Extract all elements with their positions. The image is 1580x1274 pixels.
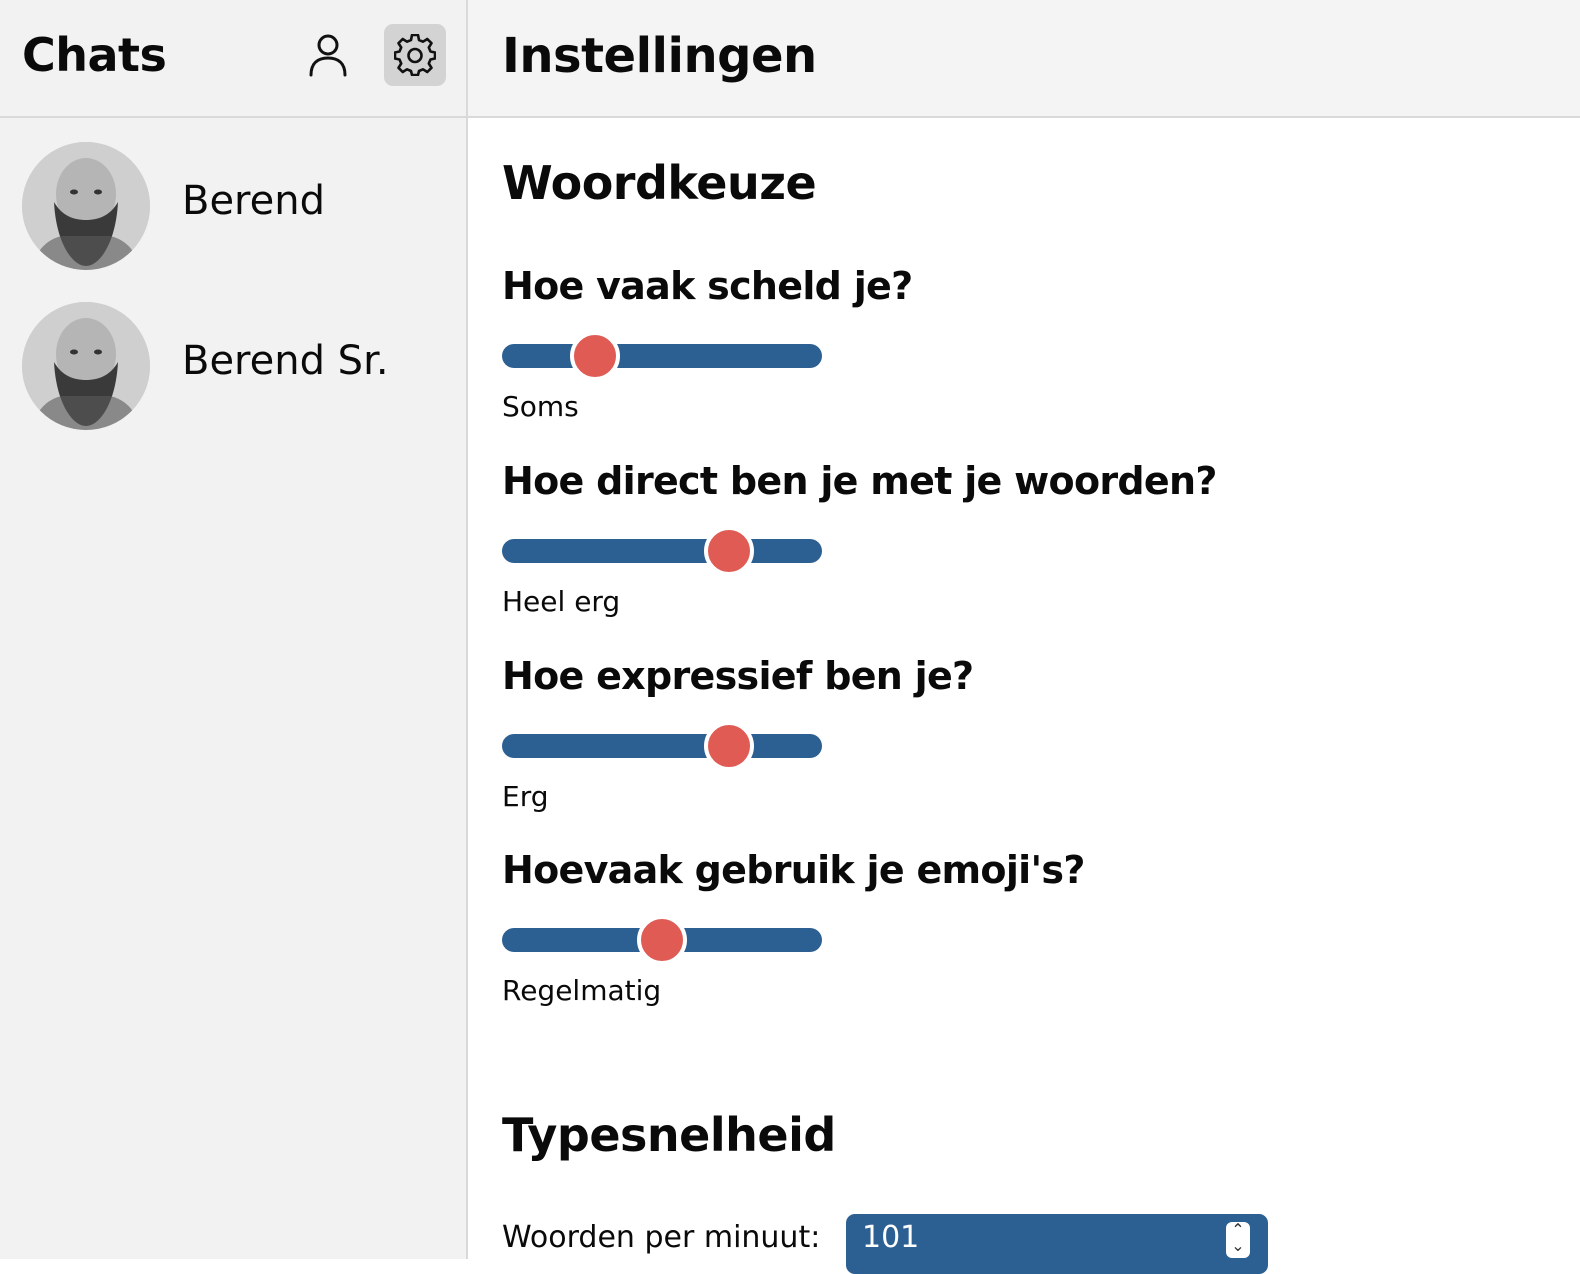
section-title-typesnelheid: Typesnelheid [502,1108,836,1162]
slider-thumb[interactable] [637,915,687,965]
slider-swearing[interactable] [502,331,822,381]
slider-thumb[interactable] [704,526,755,576]
question-label: Hoe direct ben je met je woorden? [502,459,1217,503]
settings-button[interactable] [384,24,446,86]
sidebar: Chats Berend Berend Sr. [0,0,468,1259]
chat-item-berend-sr[interactable]: Berend Sr. [0,278,466,438]
slider-expressiveness[interactable] [502,721,822,771]
sidebar-title: Chats [22,28,167,82]
slider-value-label: Heel erg [502,585,621,618]
sidebar-header: Chats [0,0,466,118]
gear-icon [394,34,436,76]
slider-value-label: Regelmatig [502,974,662,1007]
slider-value-label: Erg [502,780,549,813]
chat-name: Berend Sr. [182,338,389,384]
wpm-number-input[interactable]: 101 ⌃ ⌄ [846,1214,1268,1274]
avatar [22,142,150,270]
section-title-woordkeuze: Woordkeuze [502,156,817,210]
question-label: Hoevaak gebruik je emoji's? [502,848,1085,892]
settings-panel: Instellingen Woordkeuze Hoe vaak scheld … [468,0,1580,1274]
profile-button[interactable] [297,24,359,86]
question-label: Hoe expressief ben je? [502,654,974,698]
slider-directness[interactable] [502,526,822,576]
slider-value-label: Soms [502,390,579,423]
slider-emoji[interactable] [502,915,822,965]
question-label: Hoe vaak scheld je? [502,264,913,308]
slider-thumb[interactable] [569,331,620,381]
chat-item-berend[interactable]: Berend [0,118,466,278]
wpm-label: Woorden per minuut: [502,1220,821,1255]
chat-name: Berend [182,178,325,224]
avatar [22,302,150,430]
wpm-value: 101 [862,1220,920,1255]
page-title: Instellingen [502,28,817,84]
user-icon [309,34,347,77]
chat-list: Berend Berend Sr. [0,118,466,438]
number-spinner[interactable]: ⌃ ⌄ [1226,1222,1250,1258]
chevron-down-icon[interactable]: ⌄ [1231,1238,1244,1254]
slider-thumb[interactable] [704,721,755,771]
main-header: Instellingen [468,0,1580,118]
